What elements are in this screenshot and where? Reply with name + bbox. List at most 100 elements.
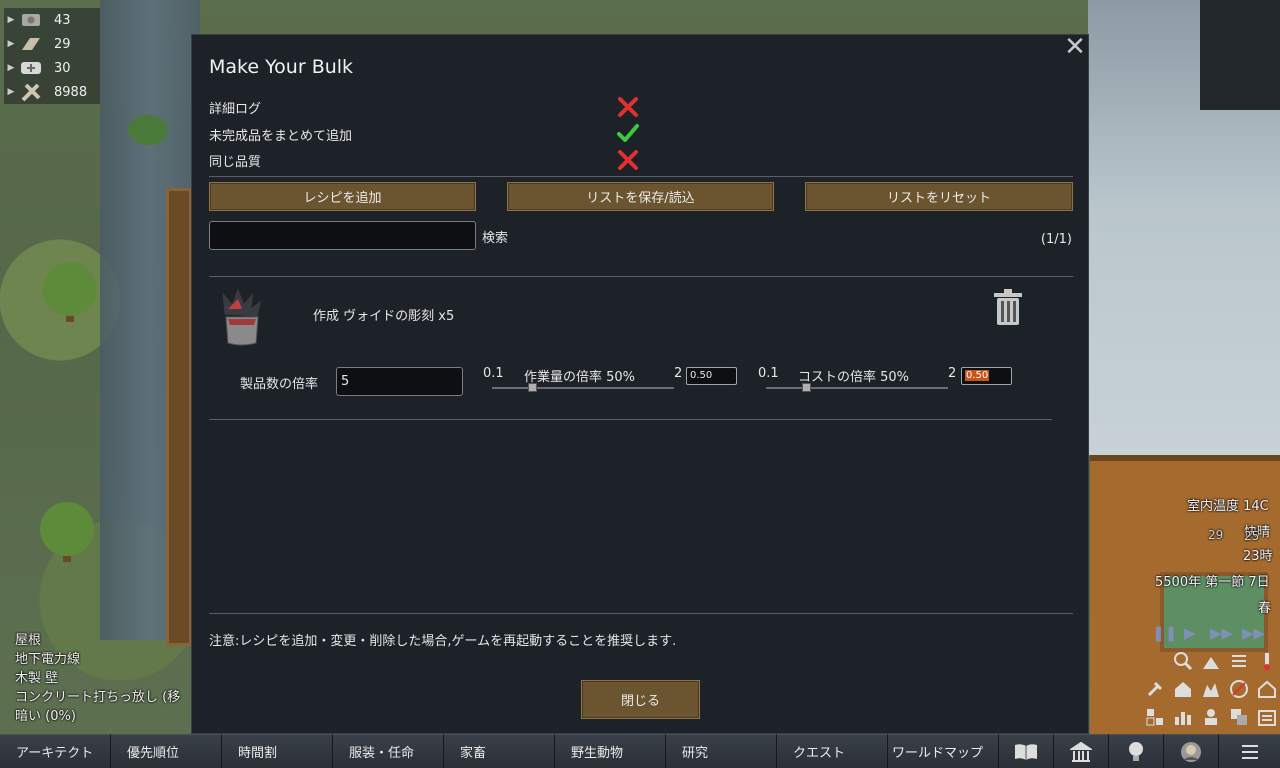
search-input[interactable] <box>209 221 476 250</box>
bar-chart-icon[interactable] <box>1172 706 1194 728</box>
storage-icon[interactable] <box>1256 706 1278 728</box>
tab-quests[interactable]: クエスト <box>777 734 888 768</box>
resource-value: 8988 <box>54 84 88 100</box>
expand-icon[interactable]: ▶ <box>4 15 18 25</box>
option-same-quality-label[interactable]: 同じ品質 <box>209 151 261 170</box>
info-line: 木製 壁 <box>15 671 59 686</box>
book-icon[interactable] <box>999 734 1054 768</box>
product-multiplier-label: 製品数の倍率 <box>240 377 319 392</box>
check-icon[interactable] <box>617 122 639 144</box>
pawn-portrait-icon[interactable] <box>1164 734 1219 768</box>
forbid-icon[interactable] <box>1228 678 1250 700</box>
play-icon[interactable]: ▶ <box>1184 624 1196 642</box>
restart-note: 注意:レシピを追加・変更・削除した場合,ゲームを再起動することを推奨します. <box>209 634 677 649</box>
worker-icon[interactable] <box>1200 706 1222 728</box>
resource-row[interactable]: ▶ 29 <box>4 32 100 56</box>
ideas-icon[interactable] <box>1109 734 1164 768</box>
reset-list-button[interactable]: リストをリセット <box>805 182 1073 211</box>
season-readout: 春 <box>1258 601 1272 616</box>
medicine-icon <box>18 59 44 77</box>
tab-world-map[interactable]: ワールドマップ <box>888 734 999 768</box>
temperature-readout: 室内温度 14C <box>1187 499 1269 514</box>
pause-icon[interactable]: ❚❚ <box>1152 624 1177 642</box>
tab-wildlife[interactable]: 野生動物 <box>555 734 666 768</box>
save-load-list-button[interactable]: リストを保存/読込 <box>507 182 774 211</box>
divider <box>209 419 1052 420</box>
resource-value: 30 <box>54 60 71 76</box>
tab-assign[interactable]: 服装・任命 <box>333 734 444 768</box>
tab-schedule[interactable]: 時間割 <box>222 734 333 768</box>
expand-icon[interactable]: ▶ <box>4 39 18 49</box>
date-readout: 5500年 第一節 7日 <box>1155 575 1270 590</box>
work-slider-track[interactable] <box>492 387 674 389</box>
magnifier-icon[interactable] <box>1172 650 1194 672</box>
cost-slider-track[interactable] <box>766 387 948 389</box>
divider <box>209 613 1073 614</box>
work-slider-thumb[interactable] <box>528 383 538 392</box>
hammer-icon[interactable] <box>1144 678 1166 700</box>
main-tab-bar: アーキテクト 優先順位 時間割 服装・任命 家畜 野生動物 研究 クエスト ワー… <box>0 734 1280 768</box>
work-slider-title: 作業量の倍率 50% <box>524 370 636 385</box>
work-multiplier-value: 0.50 <box>690 370 713 381</box>
option-bulk-unfinished-label[interactable]: 未完成品をまとめて追加 <box>209 125 352 144</box>
resource-row[interactable]: ▶ 43 <box>4 8 100 32</box>
cost-slider-thumb[interactable] <box>802 383 812 392</box>
search-label: 検索 <box>482 231 509 246</box>
wooden-wall[interactable] <box>166 188 192 646</box>
hour-readout: 23時 <box>1243 549 1273 564</box>
cross-icon[interactable] <box>617 96 639 118</box>
menu-icon[interactable] <box>1219 734 1280 768</box>
cost-slider-min: 0.1 <box>758 366 779 381</box>
tree[interactable] <box>43 262 97 316</box>
rock-area <box>1200 0 1280 110</box>
make-your-bulk-dialog: ✕ Make Your Bulk 詳細ログ 未完成品をまとめて追加 同じ品質 レ… <box>191 34 1089 734</box>
cost-multiplier-field[interactable]: 0.50 <box>961 367 1012 385</box>
tab-architect[interactable]: アーキテクト <box>0 734 111 768</box>
void-sculpture-icon <box>218 285 266 347</box>
bush <box>128 115 168 145</box>
info-line: 暗い (0%) <box>15 709 76 724</box>
cost-slider-title: コストの倍率 50% <box>798 370 910 385</box>
resource-row[interactable]: ▶ 30 <box>4 56 100 80</box>
info-line: 地下電力線 <box>15 652 81 667</box>
close-icon[interactable]: ✕ <box>1062 34 1088 61</box>
superfast-icon[interactable]: ▶▶ <box>1242 624 1265 642</box>
copy-icon[interactable] <box>1228 706 1250 728</box>
tab-research[interactable]: 研究 <box>666 734 777 768</box>
silver-icon <box>18 11 44 29</box>
dialog-title: Make Your Bulk <box>209 56 354 78</box>
trash-icon[interactable] <box>992 288 1024 326</box>
roof-icon[interactable] <box>1200 678 1222 700</box>
divider <box>209 276 1073 277</box>
work-multiplier-field[interactable]: 0.50 <box>686 367 737 385</box>
tab-priorities[interactable]: 優先順位 <box>111 734 222 768</box>
info-line: 屋根 <box>15 633 42 648</box>
resource-readout: ▶ 43 ▶ 29 ▶ 30 ▶ 8988 <box>4 8 100 104</box>
add-recipe-button[interactable]: レシピを追加 <box>209 182 476 211</box>
cross-icon[interactable] <box>617 149 639 171</box>
fast-forward-icon[interactable]: ▶▶ <box>1210 624 1233 642</box>
option-detailed-log-label[interactable]: 詳細ログ <box>209 98 261 117</box>
resource-value: 43 <box>54 12 71 28</box>
expand-icon[interactable]: ▶ <box>4 63 18 73</box>
expand-icon[interactable]: ▶ <box>4 87 18 97</box>
recipe-name: 作成 ヴォイドの彫刻 x5 <box>313 309 455 324</box>
tab-animals[interactable]: 家畜 <box>444 734 555 768</box>
house-outline-icon[interactable] <box>1256 678 1278 700</box>
plant-zone-icon[interactable] <box>1200 650 1222 672</box>
steel-icon <box>18 83 44 102</box>
product-multiplier-input[interactable]: 5 <box>336 367 463 396</box>
resource-row[interactable]: ▶ 8988 <box>4 80 100 104</box>
work-slider-min: 0.1 <box>483 366 504 381</box>
cost-multiplier-value: 0.50 <box>965 370 990 381</box>
grid-icon[interactable] <box>1144 706 1166 728</box>
thermometer-icon[interactable] <box>1256 650 1278 672</box>
work-slider-max: 2 <box>674 366 683 381</box>
close-button[interactable]: 閉じる <box>581 680 700 719</box>
cost-slider-max: 2 <box>948 366 957 381</box>
list-icon[interactable] <box>1228 650 1250 672</box>
home-icon[interactable] <box>1172 678 1194 700</box>
tree[interactable] <box>40 502 94 556</box>
factions-icon[interactable] <box>1054 734 1109 768</box>
colonist-count: 29 <box>1208 528 1224 542</box>
